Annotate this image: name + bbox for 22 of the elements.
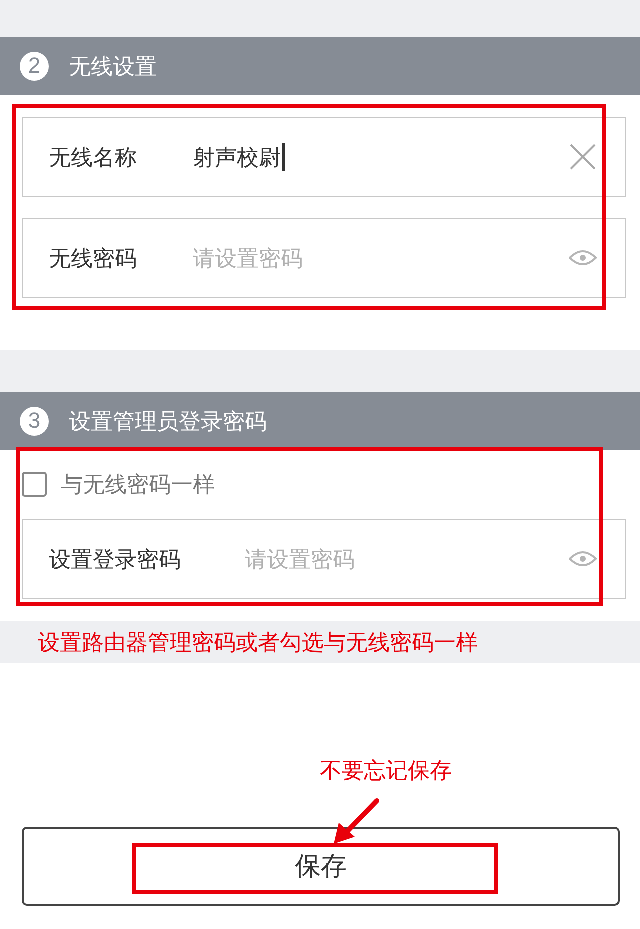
- field-label: 设置登录密码: [49, 546, 182, 574]
- field-label: 无线密码: [49, 244, 138, 272]
- input-field[interactable]: 无线密码 请设置密码: [22, 218, 626, 298]
- section-title: 无线设置: [69, 52, 157, 80]
- field-placeholder: 请设置密码: [193, 244, 303, 272]
- checkbox[interactable]: [22, 472, 47, 497]
- annotation-text: 设置路由器管理密码或者勾选与无线密码一样: [38, 628, 478, 656]
- callout-text: 不要忘记保存: [320, 757, 452, 785]
- step-number: 3: [20, 406, 49, 436]
- input-field[interactable]: 无线名称 射声校尉: [22, 117, 626, 197]
- callout-arrow: [334, 798, 380, 844]
- step-number: 2: [20, 52, 49, 80]
- section-title: 设置管理员登录密码: [69, 408, 267, 436]
- field-label: 无线名称: [49, 144, 138, 172]
- field-placeholder: 请设置密码: [245, 546, 355, 574]
- clear-icon[interactable]: [569, 143, 597, 171]
- checkbox-label: 与无线密码一样: [61, 471, 215, 499]
- eye-icon[interactable]: [569, 549, 597, 569]
- save-button[interactable]: 保存: [22, 827, 620, 906]
- eye-icon[interactable]: [569, 248, 597, 268]
- field-value: 射声校尉: [193, 144, 281, 172]
- input-field[interactable]: 设置登录密码 请设置密码: [22, 519, 626, 599]
